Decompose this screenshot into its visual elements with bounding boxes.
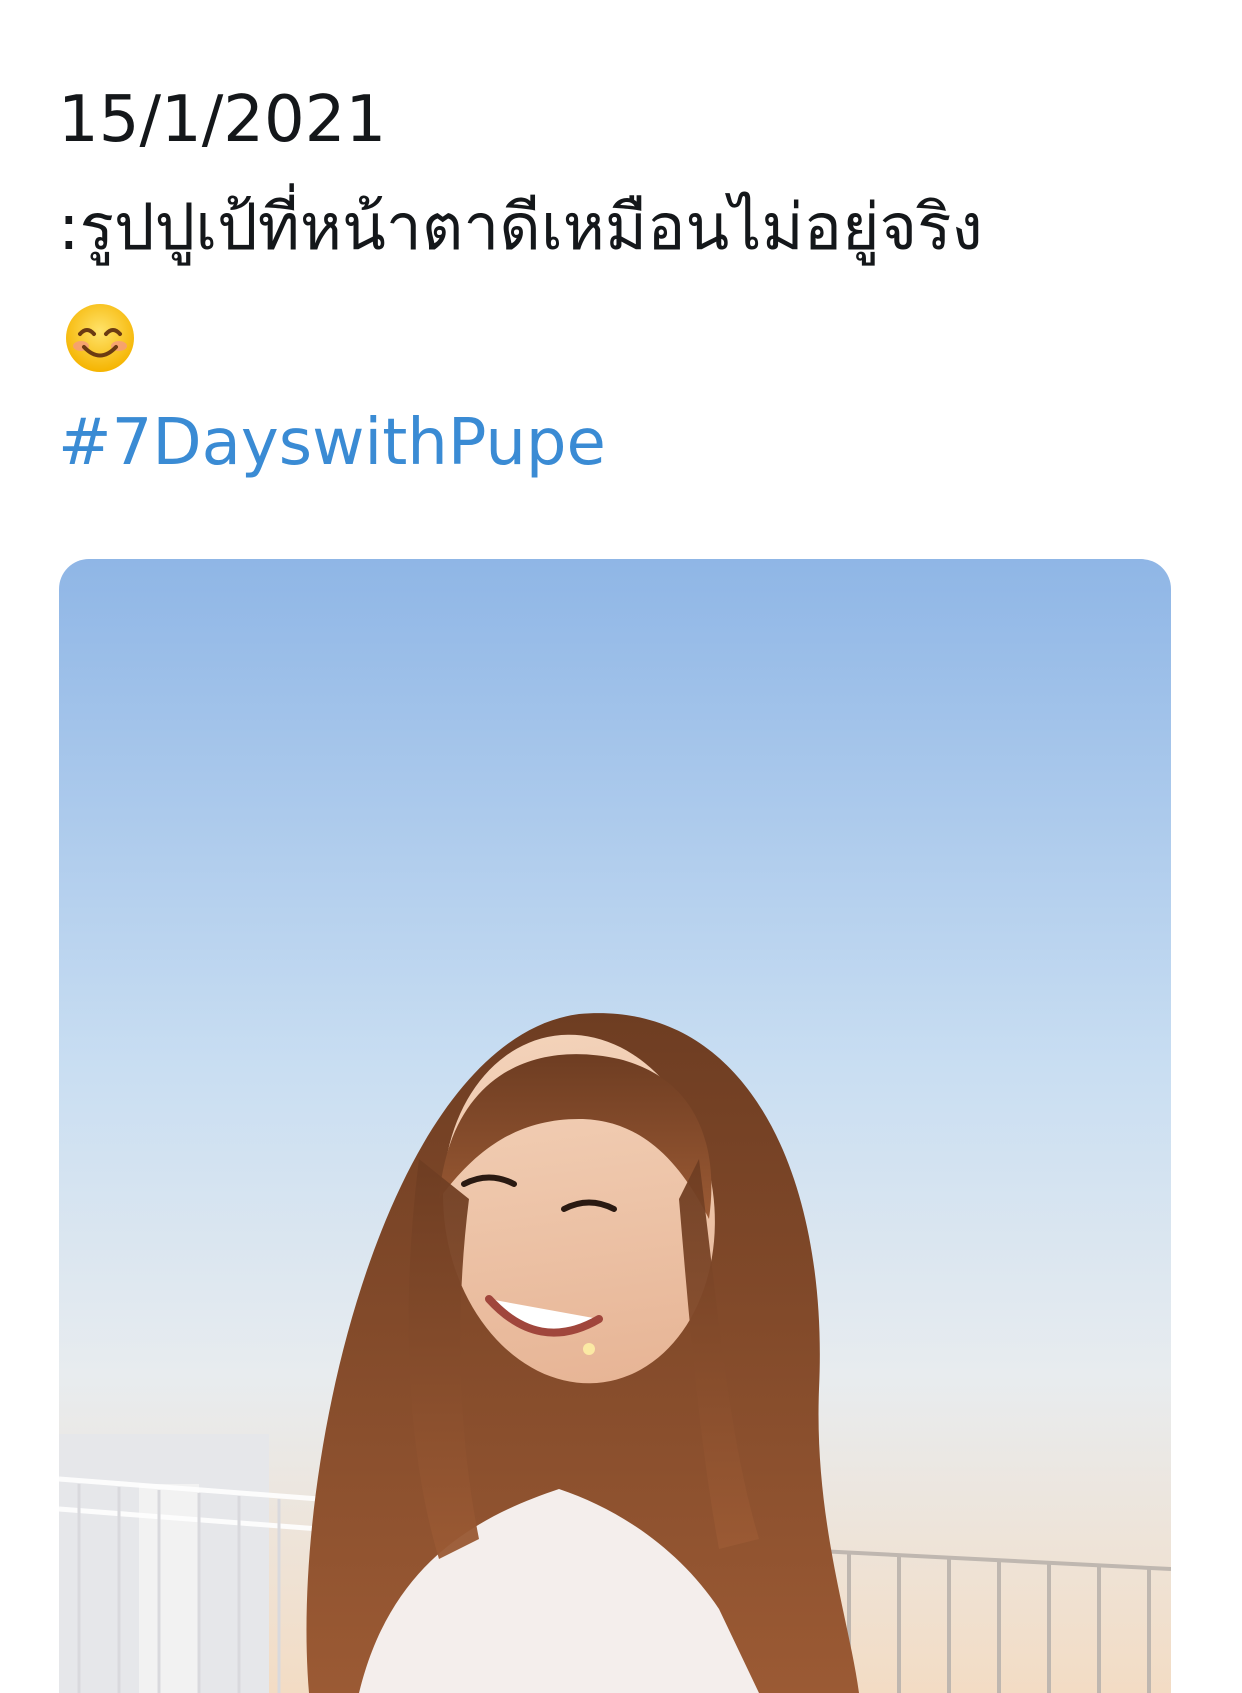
tweet-photo[interactable]: [59, 559, 1171, 1693]
tweet-text: :รูปปูเป้ที่หน้าตาดีเหมือนไม่อยู่จริง: [58, 191, 983, 265]
smiling-face-emoji-icon: [64, 302, 136, 374]
tweet: 15/1/2021 :รูปปูเป้ที่หน้าตาดีเหมือนไม่อ…: [0, 0, 1242, 1693]
tweet-date: 15/1/2021: [58, 83, 387, 157]
hashtag-link[interactable]: #7DayswithPupe: [58, 405, 606, 482]
